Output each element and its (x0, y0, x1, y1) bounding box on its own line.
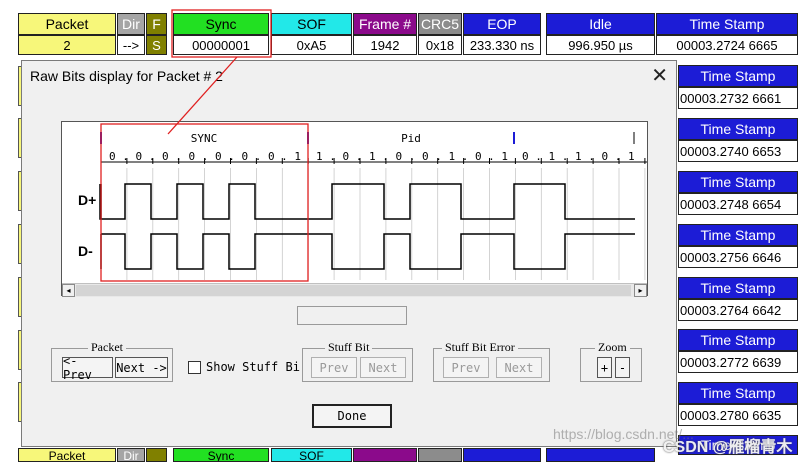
horizontal-scrollbar[interactable]: ◂ ▸ (62, 283, 647, 297)
timestamp-value[interactable]: 00003.2732 6661 (678, 87, 798, 109)
header-eop[interactable]: EOP (463, 13, 541, 35)
waveform-grid (100, 168, 646, 280)
header-timestamp[interactable]: Time Stamp (656, 13, 798, 35)
dminus-label: D- (78, 243, 93, 259)
header-sof[interactable]: SOF (271, 13, 352, 35)
waveform-panel[interactable]: SYNC Pid 0 . 0 . 0 . 0 . 0 . 0 . 0 . 1 1… (61, 121, 648, 296)
timestamp-header[interactable]: Time Stamp (678, 329, 798, 351)
stuff-bit-group: Stuff Bit Prev Next (302, 340, 413, 382)
dminus-signal (100, 233, 635, 270)
show-stuff-bit-checkbox[interactable] (188, 361, 201, 374)
zoom-group: Zoom + - (580, 340, 642, 382)
timestamp-header[interactable]: Time Stamp (678, 224, 798, 246)
watermark-brand: CSDN @雁榴青木 (663, 439, 793, 456)
timestamp-value[interactable]: 00003.2772 6639 (678, 351, 798, 373)
scroll-thumb[interactable] (76, 285, 631, 296)
header-packet[interactable]: Packet (18, 13, 116, 35)
timestamp-value[interactable]: 00003.2764 6642 (678, 299, 798, 321)
dplus-label: D+ (78, 192, 96, 208)
timestamp-value[interactable]: 00003.2756 6646 (678, 246, 798, 268)
row-crc5[interactable]: 0x18 (418, 35, 462, 55)
row-f[interactable]: S (146, 35, 167, 55)
done-button[interactable]: Done (312, 404, 392, 428)
stuff-error-next-button[interactable]: Next (496, 357, 542, 378)
row-sof[interactable]: 0xA5 (271, 35, 352, 55)
next-bits: 0 . 1 . 1 . 0 . 1 (522, 150, 635, 163)
stuff-bit-group-label: Stuff Bit (325, 340, 373, 355)
row-idle[interactable]: 996.950 µs (546, 35, 655, 55)
stuff-bit-error-group: Stuff Bit Error Prev Next (433, 340, 550, 382)
timestamp-value[interactable]: 00003.2780 6635 (678, 404, 798, 426)
timestamp-header[interactable]: Time Stamp (678, 277, 798, 299)
dialog-title: Raw Bits display for Packet # 2 (30, 68, 223, 84)
zoom-group-label: Zoom (595, 340, 630, 355)
header-crc5[interactable]: CRC5 (418, 13, 462, 35)
pid-field-label: Pid (401, 132, 421, 145)
header-idle[interactable]: Idle (546, 13, 655, 35)
dplus-signal (99, 183, 635, 220)
show-stuff-bit-label: Show Stuff Bi (206, 360, 300, 374)
row-sync[interactable]: 00000001 (173, 35, 269, 55)
stuff-bit-error-group-label: Stuff Bit Error (442, 340, 518, 355)
timestamp-header[interactable]: Time Stamp (678, 118, 798, 140)
header-dir[interactable]: Dir (117, 13, 145, 35)
row-eop[interactable]: 233.330 ns (463, 35, 541, 55)
timestamp-header[interactable]: Time Stamp (678, 382, 798, 404)
close-icon[interactable]: ✕ (651, 63, 668, 88)
scroll-left-arrow[interactable]: ◂ (62, 284, 75, 297)
timestamp-header[interactable]: Time Stamp (678, 171, 798, 193)
row-timestamp[interactable]: 00003.2724 6665 (656, 35, 798, 55)
waveform-svg: SYNC Pid 0 . 0 . 0 . 0 . 0 . 0 . 0 . 1 1… (78, 123, 647, 282)
next-packet-button[interactable]: Next -> (115, 357, 168, 378)
header-f[interactable]: F (146, 13, 167, 35)
header-frame[interactable]: Frame # (353, 13, 417, 35)
zoom-in-button[interactable]: + (597, 357, 612, 378)
prev-packet-button[interactable]: <- Prev (62, 354, 113, 382)
row-frame[interactable]: 1942 (353, 35, 417, 55)
stuff-bit-next-button[interactable]: Next (360, 357, 406, 378)
packet-group: Packet <- Prev Next -> (51, 340, 173, 382)
raw-bits-dialog: Raw Bits display for Packet # 2 ✕ SYNC P… (21, 60, 677, 447)
timestamp-value[interactable]: 00003.2748 6654 (678, 193, 798, 215)
timestamp-value[interactable]: 00003.2740 6653 (678, 140, 798, 162)
timestamp-header[interactable]: Time Stamp (678, 65, 798, 87)
zoom-out-button[interactable]: - (615, 357, 630, 378)
stuff-bit-prev-button[interactable]: Prev (311, 357, 357, 378)
stuff-error-prev-button[interactable]: Prev (443, 357, 489, 378)
row-dir[interactable]: --> (117, 35, 145, 55)
row-packet[interactable]: 2 (18, 35, 116, 55)
scroll-right-arrow[interactable]: ▸ (634, 284, 647, 297)
info-field (297, 306, 407, 325)
header-sync[interactable]: Sync (173, 13, 269, 35)
sync-field-label: SYNC (191, 132, 218, 145)
